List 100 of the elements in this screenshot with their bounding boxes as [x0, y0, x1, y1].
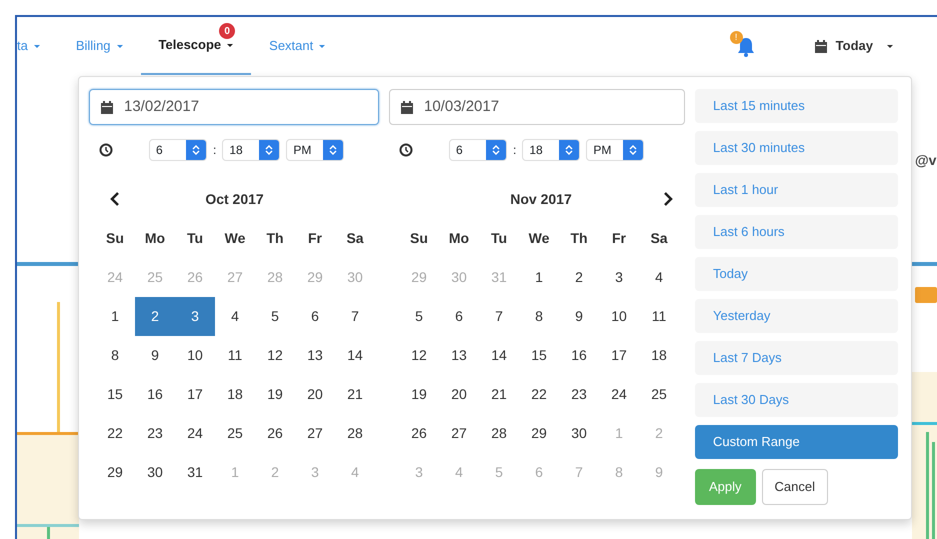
count-badge: 0	[219, 23, 236, 39]
calendar-day[interactable]: 13	[439, 336, 479, 375]
calendar-icon	[400, 100, 414, 114]
month-title: Oct 2017	[204, 190, 265, 208]
calendar-day[interactable]: 18	[215, 375, 255, 414]
calendar-day[interactable]: 15	[95, 375, 135, 414]
weekday-label: Tu	[490, 229, 508, 248]
calendar-day[interactable]: 14	[335, 336, 375, 375]
calendar-day[interactable]: 25	[215, 414, 255, 453]
time-separator: :	[513, 142, 516, 159]
chart-line	[17, 432, 79, 435]
ampm-select[interactable]: PM	[586, 139, 644, 161]
calendar-day[interactable]: 2	[559, 258, 599, 297]
chart-line	[17, 524, 79, 527]
ampm-select[interactable]: PM	[286, 139, 344, 161]
weekday-label: Fr	[611, 229, 627, 248]
calendar-day[interactable]: 18	[639, 336, 679, 375]
calendar-day[interactable]: 23	[135, 414, 175, 453]
month-title: Nov 2017	[509, 190, 573, 208]
calendar-day[interactable]: 26	[399, 414, 439, 453]
spinner-arrows-icon	[265, 144, 274, 156]
minute-select[interactable]: 18	[222, 139, 280, 161]
weekday-label: Su	[105, 229, 125, 248]
calendar-day[interactable]: 12	[255, 336, 295, 375]
calendar-day[interactable]: 27	[439, 414, 479, 453]
calendar-day[interactable]: 1	[519, 258, 559, 297]
clock-icon	[399, 143, 413, 157]
calendar-day[interactable]: 10	[175, 336, 215, 375]
calendar-day[interactable]: 10	[599, 297, 639, 336]
chart-spike	[47, 527, 50, 539]
calendar-day[interactable]: 12	[399, 336, 439, 375]
hour-select[interactable]: 6	[449, 139, 507, 161]
calendar-day[interactable]: 26	[255, 414, 295, 453]
calendar-day[interactable]: 2	[135, 297, 175, 336]
calendar-day[interactable]: 13	[295, 336, 335, 375]
date-input[interactable]: 13/02/2017	[89, 89, 379, 125]
calendar-day[interactable]: 5	[399, 297, 439, 336]
calendar-day[interactable]: 22	[519, 375, 559, 414]
clock-icon	[99, 143, 113, 157]
calendar-day[interactable]: 11	[639, 297, 679, 336]
weekday-label: Sa	[345, 229, 365, 248]
calendar-day[interactable]: 28	[335, 414, 375, 453]
calendar-day[interactable]: 20	[295, 375, 335, 414]
calendar-day[interactable]: 15	[519, 336, 559, 375]
calendar-day[interactable]: 21	[479, 375, 519, 414]
calendar-day[interactable]: 7	[335, 297, 375, 336]
calendar-day[interactable]: 8	[519, 297, 559, 336]
calendar-day[interactable]: 24	[599, 375, 639, 414]
weekday-label: Fr	[307, 229, 323, 248]
weekday-label: Su	[409, 229, 429, 248]
calendar-day[interactable]: 7	[479, 297, 519, 336]
calendar-day[interactable]: 8	[95, 336, 135, 375]
calendar-day[interactable]: 3	[175, 297, 215, 336]
weekday-label: Th	[265, 229, 285, 248]
hour-select[interactable]: 6	[149, 139, 207, 161]
calendar-day[interactable]: 6	[439, 297, 479, 336]
spinner-arrows-icon	[565, 144, 574, 156]
calendar-day[interactable]: 23	[559, 375, 599, 414]
calendar-day[interactable]: 20	[439, 375, 479, 414]
calendar-day[interactable]: 16	[135, 375, 175, 414]
spinner-arrows-icon	[629, 144, 638, 156]
calendar-icon	[100, 100, 114, 114]
calendar-day[interactable]: 14	[479, 336, 519, 375]
calendar-day[interactable]: 30	[559, 414, 599, 453]
time-separator: :	[213, 142, 216, 159]
chart-line	[912, 422, 937, 425]
calendar-day[interactable]: 17	[175, 375, 215, 414]
calendar-day[interactable]: 25	[639, 375, 679, 414]
calendar-day[interactable]: 27	[295, 414, 335, 453]
calendar-day[interactable]: 3	[599, 258, 639, 297]
calendar-day[interactable]: 16	[559, 336, 599, 375]
calendar-day[interactable]: 30	[135, 453, 175, 492]
calendar-day[interactable]: 5	[255, 297, 295, 336]
calendar-day[interactable]: 19	[255, 375, 295, 414]
weekday-label: Tu	[186, 229, 204, 248]
calendar-day[interactable]: 4	[215, 297, 255, 336]
minute-select[interactable]: 18	[522, 139, 580, 161]
calendar-day[interactable]: 29	[519, 414, 559, 453]
range-option[interactable]: Custom Range	[695, 425, 898, 459]
calendar-day[interactable]: 9	[135, 336, 175, 375]
calendar-day[interactable]: 4	[639, 258, 679, 297]
date-input[interactable]: 10/03/2017	[389, 89, 685, 125]
calendar-day[interactable]: 31	[175, 453, 215, 492]
calendar-day[interactable]: 24	[175, 414, 215, 453]
calendar-day[interactable]: 19	[399, 375, 439, 414]
cancel-button[interactable]: Cancel	[762, 469, 828, 505]
calendar-day[interactable]: 17	[599, 336, 639, 375]
calendar-day[interactable]: 6	[295, 297, 335, 336]
calendar-day[interactable]: 21	[335, 375, 375, 414]
calendar-day[interactable]: 28	[479, 414, 519, 453]
spinner-arrows-icon	[192, 144, 200, 156]
date-range-dropdown[interactable]: Today	[810, 32, 897, 60]
column-header: @v	[915, 151, 936, 170]
alert-badge: !	[730, 31, 743, 44]
calendar-day[interactable]: 11	[215, 336, 255, 375]
calendar-day[interactable]: 29	[95, 453, 135, 492]
calendar-day[interactable]: 9	[559, 297, 599, 336]
calendar-day[interactable]: 1	[95, 297, 135, 336]
calendar-day[interactable]: 22	[95, 414, 135, 453]
spinner-arrows-icon	[329, 144, 338, 156]
